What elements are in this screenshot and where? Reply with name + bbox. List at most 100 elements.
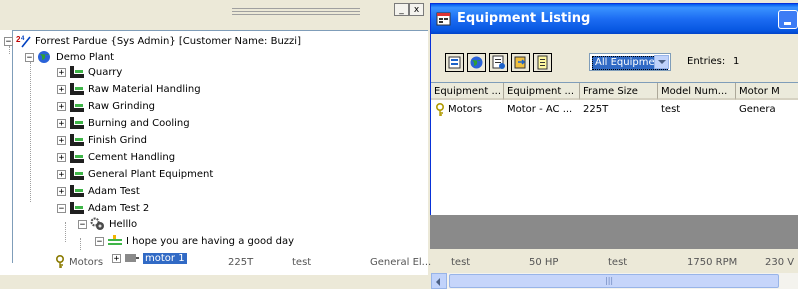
export-icon [514, 56, 526, 69]
area-label: Raw Grinding [88, 101, 156, 112]
ghost-cell: 50 HP [529, 257, 559, 268]
tree-area-node[interactable]: + Raw Material Handling [57, 82, 201, 98]
toolbar-button-plant[interactable] [467, 53, 486, 72]
toolbar-button-report[interactable] [489, 53, 508, 72]
expand-toggle[interactable]: + [57, 135, 66, 145]
area-label: Adam Test 2 [88, 203, 150, 214]
list-view-icon [448, 56, 461, 69]
close-icon: x [413, 5, 420, 15]
area-label: Raw Material Handling [88, 84, 201, 95]
column-header[interactable]: Equipment ... [504, 83, 580, 100]
toolbar-button-export[interactable] [511, 53, 530, 72]
toolbar-button-notes[interactable] [533, 53, 552, 72]
collapse-toggle[interactable]: − [25, 52, 34, 62]
collapse-toggle[interactable]: − [57, 203, 66, 213]
ghost-grid-row: Motors 225T test General El... test 50 H… [0, 249, 798, 275]
toolbar-button-list[interactable] [445, 53, 464, 72]
key-icon [56, 255, 64, 268]
column-header[interactable]: Model Num... [658, 83, 736, 100]
horizontal-scrollbar[interactable]: ||| [431, 273, 798, 289]
plant-label: Demo Plant [56, 52, 115, 63]
tree-plant-node[interactable]: − Demo Plant [25, 50, 114, 66]
area-icon [70, 202, 84, 214]
area-icon [70, 168, 84, 180]
notes-icon [537, 55, 548, 70]
expand-toggle[interactable]: + [57, 101, 66, 111]
expand-toggle[interactable]: + [57, 67, 66, 77]
area-icon [70, 151, 84, 163]
minimize-button[interactable] [778, 10, 798, 29]
chevron-down-icon[interactable] [654, 55, 669, 69]
area-label: General Plant Equipment [88, 169, 214, 180]
equipment-filter-select[interactable]: All Equipment [589, 53, 671, 71]
tree-area-node[interactable]: + Raw Grinding [57, 99, 155, 115]
ghost-cell: 230 V [765, 257, 795, 268]
area-label: Adam Test [88, 186, 140, 197]
globe-icon [38, 51, 50, 63]
entries-count: 1 [733, 56, 740, 67]
tree-pane-header: _ x [0, 0, 428, 30]
table-cell: test [661, 104, 681, 115]
expand-toggle[interactable]: + [57, 118, 66, 128]
globe-icon [470, 56, 483, 69]
drag-grip[interactable] [232, 8, 360, 17]
app-icon [436, 12, 451, 26]
equipment-listing-window: Equipment Listing All Equipment Entries:… [430, 3, 798, 289]
sub-node-label: Helllo [109, 219, 138, 230]
ghost-cell: test [608, 257, 628, 268]
area-icon [70, 117, 84, 129]
tree-root-node[interactable]: −2 4 Forrest Pardue {Sys Admin} [Customer … [4, 34, 301, 50]
table-cell: 225T [583, 104, 609, 115]
ghost-manufacturer: General El... [370, 257, 432, 268]
table-cell: Motor - AC ... [507, 104, 573, 115]
tree-line [65, 222, 66, 242]
collapse-toggle[interactable]: − [4, 36, 13, 46]
close-button[interactable]: x [409, 3, 424, 16]
tree-area-node[interactable]: + Quarry [57, 65, 122, 81]
tree-leaf-node[interactable]: − I hope you are having a good day [95, 234, 294, 250]
root-label: Forrest Pardue {Sys Admin} [Customer Nam… [35, 36, 301, 47]
area-icon [70, 185, 84, 197]
grip-icon: ||| [605, 276, 614, 285]
window-title: Equipment Listing [457, 11, 591, 26]
scroll-left-icon[interactable] [431, 273, 447, 289]
area-icon [70, 66, 84, 78]
ghost-model: test [292, 257, 312, 268]
area-label: Quarry [88, 67, 123, 78]
table-cell: Genera [739, 104, 776, 115]
scroll-thumb[interactable]: ||| [449, 274, 779, 288]
expand-toggle[interactable]: + [57, 186, 66, 196]
area-icon [70, 100, 84, 112]
equipment-line-icon [108, 235, 122, 245]
area-icon [70, 83, 84, 95]
area-label: Burning and Cooling [88, 118, 190, 129]
tree-area-node[interactable]: + Adam Test [57, 184, 140, 200]
tree-area-node[interactable]: + Cement Handling [57, 150, 175, 166]
column-header[interactable]: Motor M [736, 83, 798, 100]
report-icon [492, 55, 505, 69]
minimize-icon: _ [399, 5, 404, 15]
collapse-toggle[interactable]: − [95, 236, 104, 246]
tree-area-node[interactable]: + General Plant Equipment [57, 167, 213, 183]
svg-text:4: 4 [21, 36, 25, 42]
ghost-name: Motors [69, 257, 104, 268]
ghost-cell: 1750 RPM [687, 257, 738, 268]
title-bar[interactable]: Equipment Listing [431, 4, 798, 34]
leaf-label: I hope you are having a good day [126, 236, 295, 247]
area-icon [70, 134, 84, 146]
tree-area-node[interactable]: − Adam Test 2 [57, 201, 149, 217]
expand-toggle[interactable]: + [57, 169, 66, 179]
expand-toggle[interactable]: + [57, 84, 66, 94]
area-label: Cement Handling [88, 152, 176, 163]
minimize-button[interactable]: _ [394, 3, 409, 16]
tree-area-node[interactable]: + Burning and Cooling [57, 116, 190, 132]
column-header[interactable]: Frame Size [580, 83, 658, 100]
tree-line [30, 62, 31, 202]
tree-sub-node[interactable]: − Helllo [78, 217, 137, 233]
collapse-toggle[interactable]: − [78, 219, 87, 229]
tree-area-node[interactable]: + Finish Grind [57, 133, 147, 149]
expand-toggle[interactable]: + [57, 152, 66, 162]
column-header[interactable]: Equipment ... [431, 83, 504, 100]
entries-label: Entries: [687, 56, 726, 67]
user-admin-icon: 24 [16, 35, 31, 48]
